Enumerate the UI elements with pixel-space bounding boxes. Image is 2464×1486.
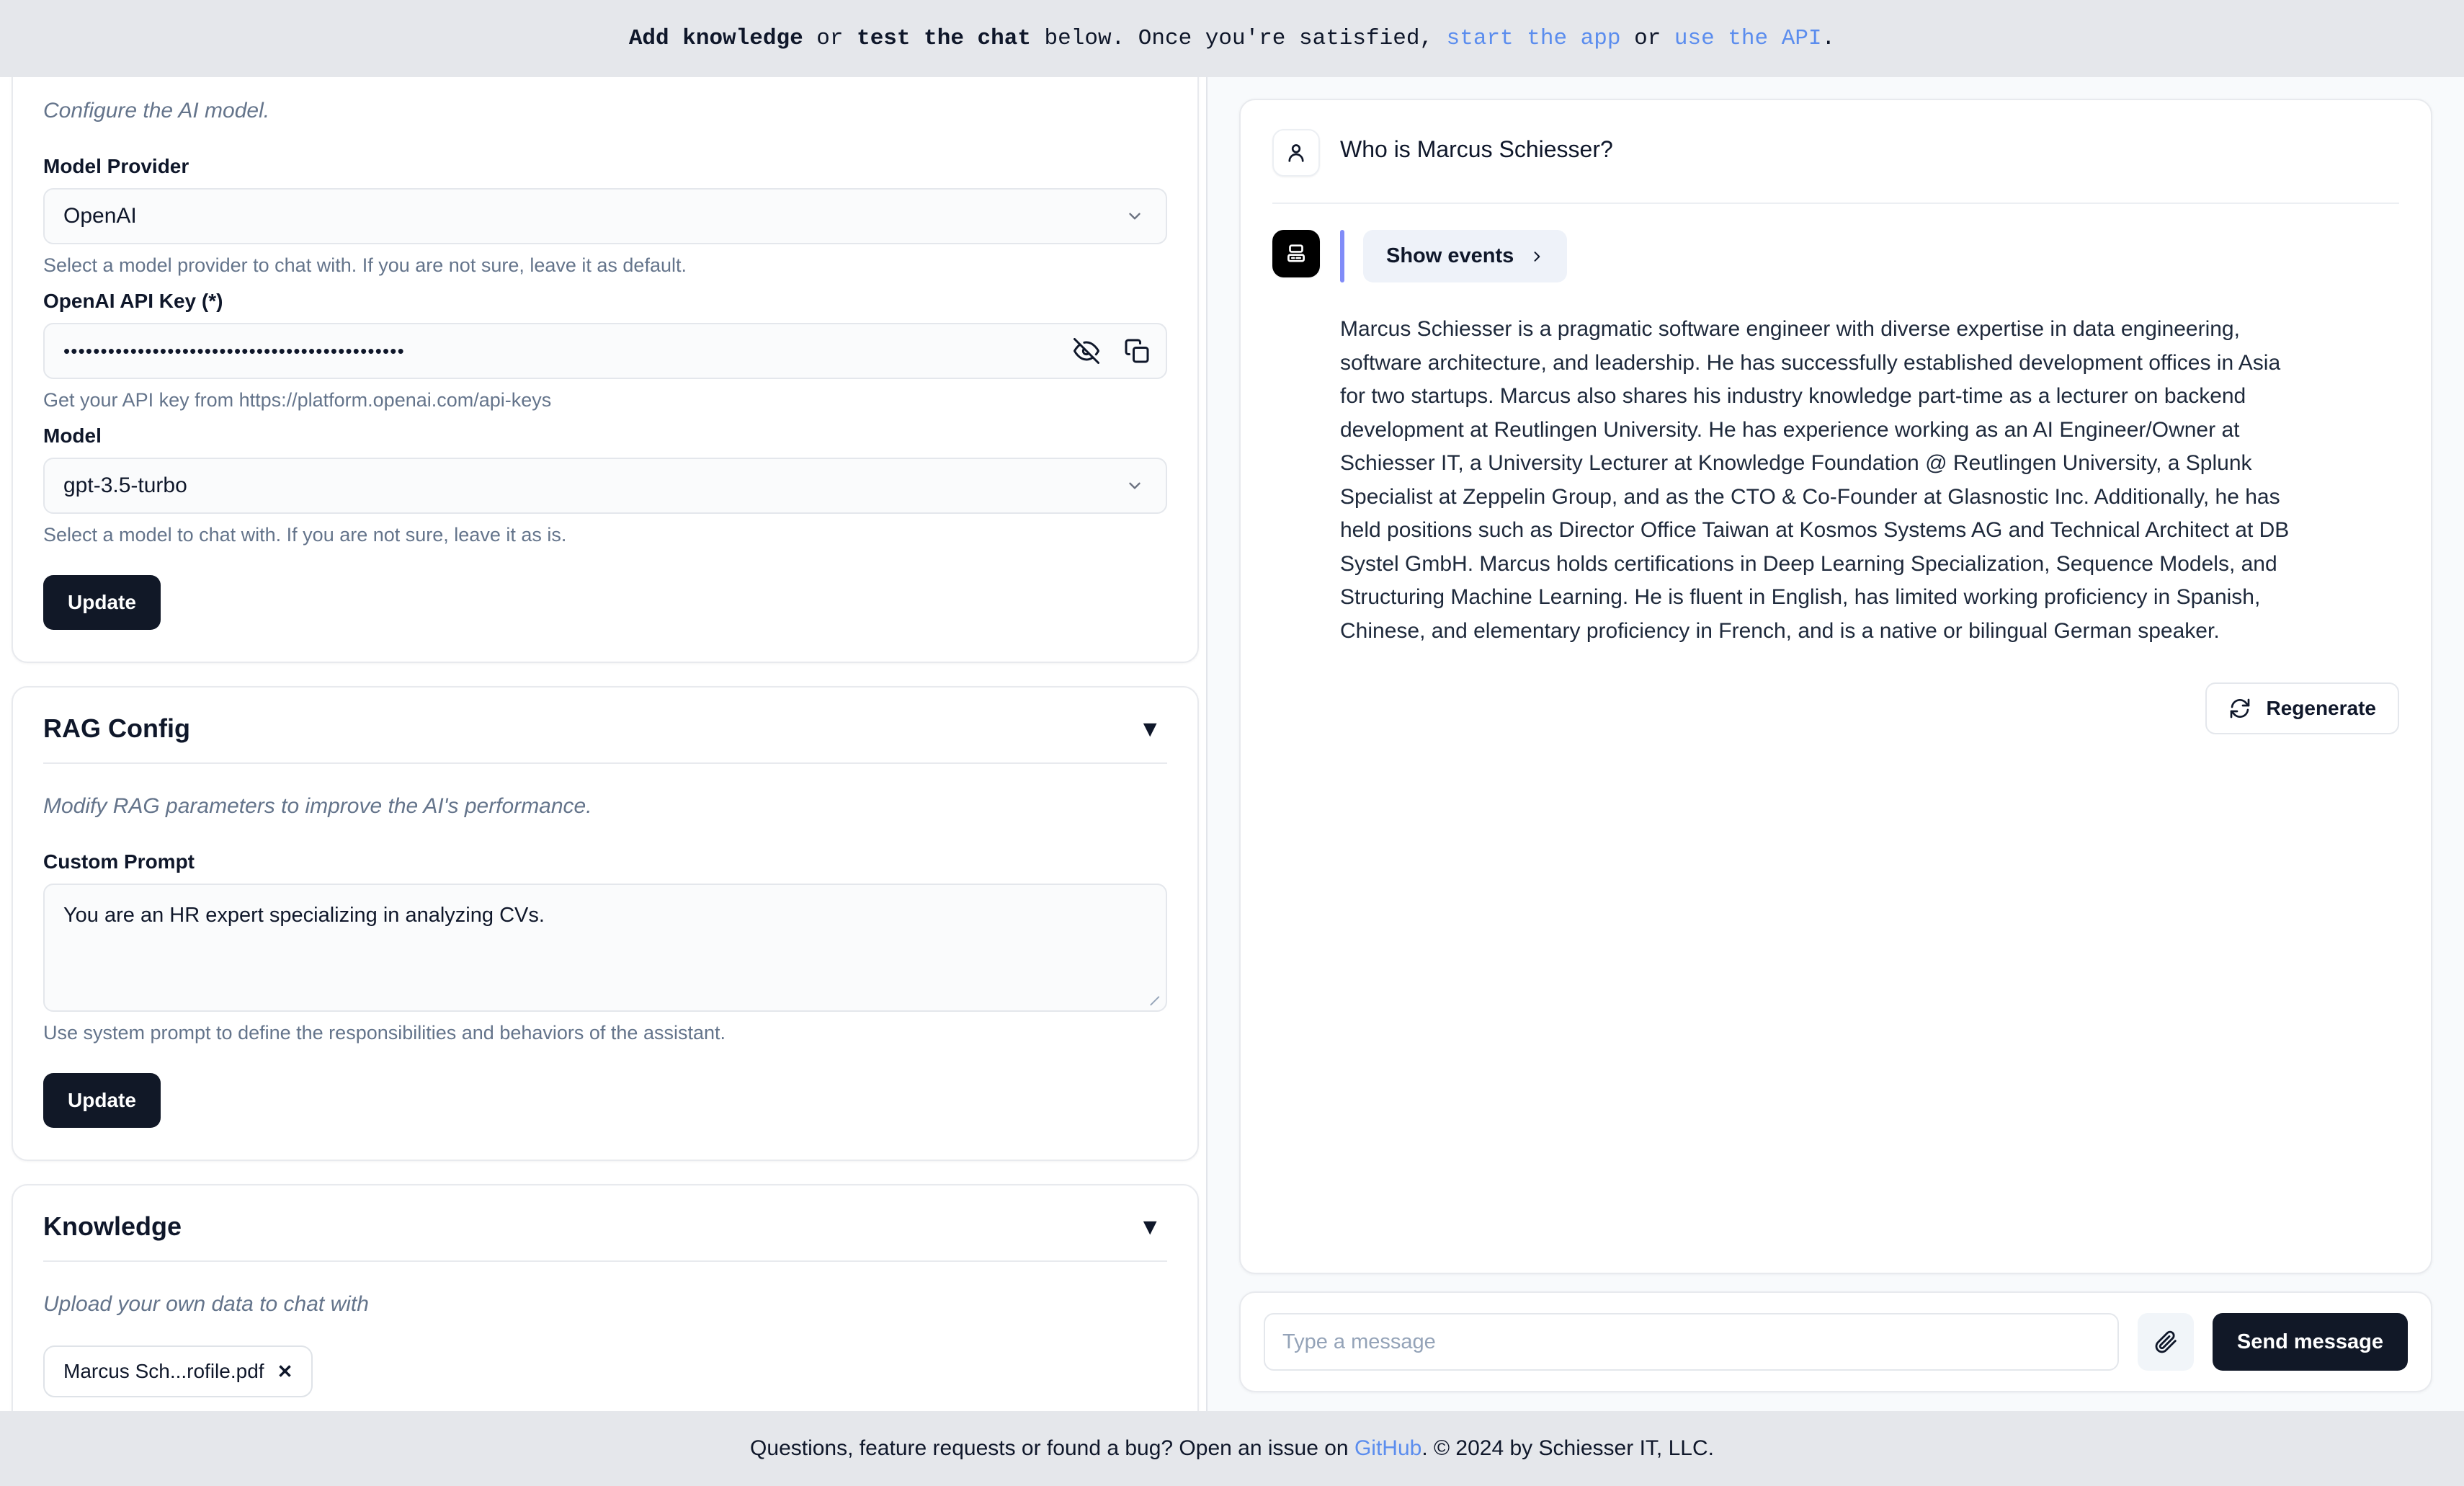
model-provider-value: OpenAI bbox=[63, 204, 137, 228]
custom-prompt-label: Custom Prompt bbox=[43, 850, 195, 873]
model-help: Select a model to chat with. If you are … bbox=[43, 524, 567, 546]
chevron-down-icon[interactable]: ▼ bbox=[1133, 1214, 1167, 1240]
banner-sep-3: or bbox=[1620, 26, 1674, 51]
footer-part-2: . © 2024 by Schiesser IT, LLC. bbox=[1421, 1436, 1714, 1460]
user-message: Who is Marcus Schiesser? bbox=[1272, 129, 2399, 204]
page-footer: Questions, feature requests or found a b… bbox=[0, 1411, 2464, 1486]
api-key-field: OpenAI API Key (*) •••••••••••••••••••••… bbox=[43, 290, 1167, 411]
uploaded-file-chip[interactable]: Marcus Sch...rofile.pdf ✕ bbox=[43, 1345, 313, 1397]
footer-part-1: Questions, feature requests or found a b… bbox=[750, 1436, 1354, 1460]
user-message-text: Who is Marcus Schiesser? bbox=[1340, 136, 1613, 162]
message-accent-bar bbox=[1340, 230, 1344, 282]
regenerate-button[interactable]: Regenerate bbox=[2205, 682, 2399, 734]
api-key-value: ••••••••••••••••••••••••••••••••••••••••… bbox=[63, 339, 405, 362]
model-field: Model gpt-3.5-turbo Select a model to ch… bbox=[43, 424, 1167, 546]
rag-config-description: Modify RAG parameters to improve the AI'… bbox=[43, 794, 592, 818]
bot-icon bbox=[1272, 230, 1320, 277]
copy-icon[interactable] bbox=[1124, 338, 1150, 364]
model-config-description: Configure the AI model. bbox=[43, 99, 270, 123]
send-message-button[interactable]: Send message bbox=[2212, 1313, 2408, 1371]
assistant-answer-text: Marcus Schiesser is a pragmatic software… bbox=[1340, 317, 2290, 643]
chevron-down-icon bbox=[1129, 213, 1141, 220]
custom-prompt-help: Use system prompt to define the responsi… bbox=[43, 1022, 726, 1044]
custom-prompt-textarea[interactable]: You are an HR expert specializing in ana… bbox=[43, 884, 1167, 1012]
show-events-label: Show events bbox=[1386, 244, 1514, 267]
model-select[interactable]: gpt-3.5-turbo bbox=[43, 458, 1167, 514]
show-events-button[interactable]: Show events bbox=[1363, 230, 1568, 282]
knowledge-title: Knowledge bbox=[43, 1211, 182, 1241]
user-icon bbox=[1272, 129, 1320, 177]
uploaded-file-name: Marcus Sch...rofile.pdf bbox=[63, 1360, 264, 1382]
model-value: gpt-3.5-turbo bbox=[63, 473, 187, 497]
config-scroll-area[interactable]: Configure the AI model. Model Provider O… bbox=[0, 77, 1206, 1411]
attach-file-button[interactable] bbox=[2137, 1313, 2194, 1371]
api-key-label: OpenAI API Key (*) bbox=[43, 290, 223, 312]
main-split: Configure the AI model. Model Provider O… bbox=[0, 77, 2464, 1411]
events-row: Show events bbox=[1340, 230, 2399, 282]
model-provider-select[interactable]: OpenAI bbox=[43, 188, 1167, 244]
message-input[interactable] bbox=[1264, 1313, 2119, 1371]
rag-config-header[interactable]: RAG Config ▼ bbox=[43, 688, 1167, 764]
config-pane: Configure the AI model. Model Provider O… bbox=[0, 77, 1208, 1411]
top-banner: Add knowledge or test the chat below. On… bbox=[0, 0, 2464, 77]
banner-use-api-link[interactable]: use the API bbox=[1674, 26, 1822, 51]
chevron-right-icon bbox=[1534, 251, 1540, 262]
banner-add-knowledge: Add knowledge bbox=[628, 26, 803, 51]
model-provider-field: Model Provider OpenAI Select a model pro… bbox=[43, 155, 1167, 277]
api-key-input[interactable]: ••••••••••••••••••••••••••••••••••••••••… bbox=[43, 323, 1167, 379]
paperclip-icon bbox=[2155, 1330, 2177, 1353]
close-icon[interactable]: ✕ bbox=[277, 1361, 293, 1383]
custom-prompt-field: Custom Prompt You are an HR expert speci… bbox=[43, 850, 1167, 1044]
chat-pane: Who is Marcus Schiesser? Show events Mar… bbox=[1208, 77, 2464, 1411]
chevron-down-icon[interactable]: ▼ bbox=[1133, 716, 1167, 742]
chevron-down-icon bbox=[1129, 482, 1141, 489]
chat-messages-card: Who is Marcus Schiesser? Show events Mar… bbox=[1239, 99, 2432, 1274]
api-key-help: Get your API key from https://platform.o… bbox=[43, 389, 552, 411]
banner-test-chat: test the chat bbox=[857, 26, 1031, 51]
model-provider-help: Select a model provider to chat with. If… bbox=[43, 254, 687, 276]
app-root: Add knowledge or test the chat below. On… bbox=[0, 0, 2464, 1486]
footer-text: Questions, feature requests or found a b… bbox=[750, 1436, 1714, 1461]
github-link[interactable]: GitHub bbox=[1354, 1436, 1421, 1460]
eye-off-icon[interactable] bbox=[1073, 338, 1099, 364]
resize-grip-icon[interactable] bbox=[1146, 992, 1161, 1007]
model-label: Model bbox=[43, 424, 102, 447]
banner-sep-2: below. Once you're satisfied, bbox=[1030, 26, 1447, 51]
model-config-card: Configure the AI model. Model Provider O… bbox=[12, 77, 1199, 663]
rag-config-card: RAG Config ▼ Modify RAG parameters to im… bbox=[12, 686, 1199, 1161]
message-composer: Send message bbox=[1239, 1291, 2432, 1392]
banner-sep-1: or bbox=[803, 26, 857, 51]
banner-start-app-link[interactable]: start the app bbox=[1447, 26, 1621, 51]
regenerate-row: Regenerate bbox=[1340, 682, 2399, 734]
regenerate-label: Regenerate bbox=[2266, 697, 2376, 719]
model-update-button[interactable]: Update bbox=[43, 575, 161, 630]
knowledge-card: Knowledge ▼ Upload your own data to chat… bbox=[12, 1184, 1199, 1411]
banner-text: Add knowledge or test the chat below. On… bbox=[629, 26, 1835, 51]
banner-period: . bbox=[1821, 26, 1836, 51]
assistant-message: Show events Marcus Schiesser is a pragma… bbox=[1272, 204, 2399, 734]
rag-update-button[interactable]: Update bbox=[43, 1073, 161, 1128]
api-key-actions bbox=[1073, 338, 1150, 364]
knowledge-description: Upload your own data to chat with bbox=[43, 1292, 369, 1316]
assistant-message-body: Show events Marcus Schiesser is a pragma… bbox=[1340, 230, 2399, 734]
refresh-icon bbox=[2231, 698, 2250, 718]
rag-config-title: RAG Config bbox=[43, 713, 190, 743]
model-provider-label: Model Provider bbox=[43, 155, 189, 177]
custom-prompt-value: You are an HR expert specializing in ana… bbox=[63, 904, 545, 927]
knowledge-header[interactable]: Knowledge ▼ bbox=[43, 1185, 1167, 1262]
